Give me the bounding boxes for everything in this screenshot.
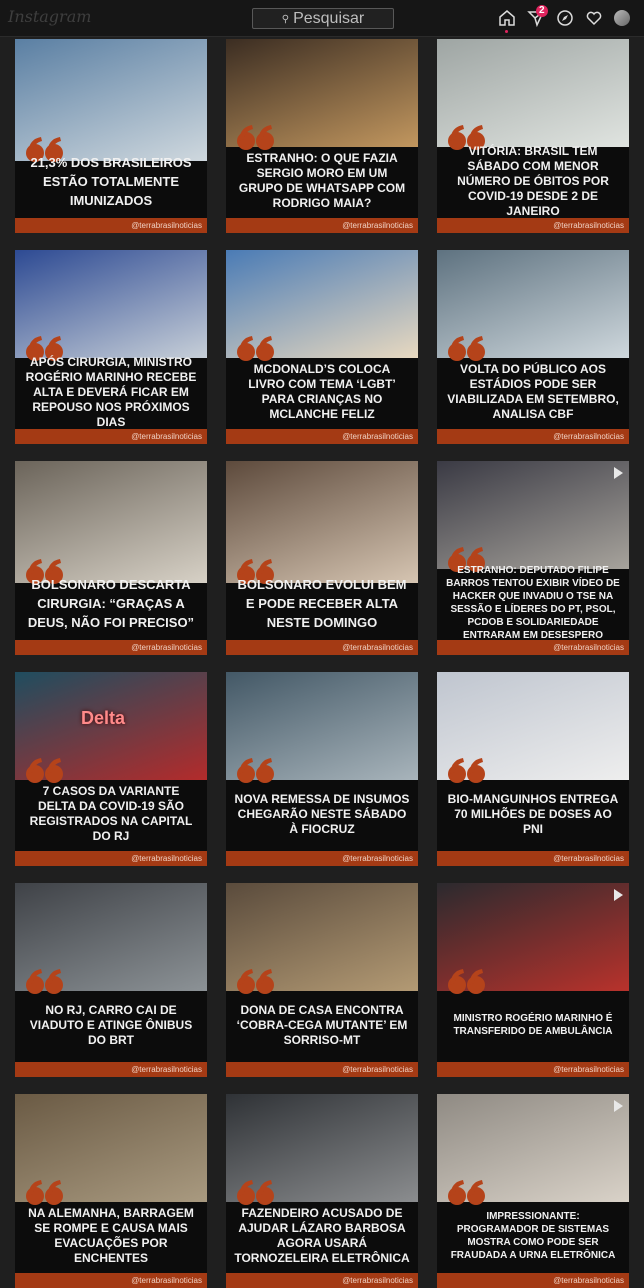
search-input[interactable]: ⚲ Pesquisar [252,8,394,29]
activity-heart-icon[interactable] [585,9,603,27]
post-handle: @terrabrasilnoticias [437,1062,629,1077]
quote-mark-icon [447,967,487,997]
post-headline: Bolsonaro descarta cirurgia: “graças a D… [27,576,195,630]
post-headline: McDonald’s coloca livro com tema ‘LGBT’ … [248,362,396,421]
post-tile[interactable]: Dona de casa encontra ‘cobra-cega mutant… [226,883,418,1077]
post-tile[interactable]: No RJ, carro cai de viaduto e atinge ôni… [15,883,207,1077]
post-handle: @terrabrasilnoticias [226,1062,418,1077]
post-headline: Bio-Manguinhos entrega 70 milhões de dos… [447,791,619,836]
post-tile[interactable]: Impressionante: Programador de sistemas … [437,1094,629,1288]
post-handle: @terrabrasilnoticias [437,851,629,866]
post-handle: @terrabrasilnoticias [437,640,629,655]
post-tile[interactable]: Vitória: Brasil tem sábado com menor núm… [437,39,629,233]
profile-avatar[interactable] [614,10,630,26]
post-headline: 21,3% dos brasileiros estão totalmente i… [30,154,192,208]
post-headline: Bolsonaro evolui bem e pode receber alta… [237,576,407,630]
post-handle: @terrabrasilnoticias [437,429,629,444]
search-placeholder: Pesquisar [293,10,365,27]
quote-mark-icon [447,756,487,786]
post-tile[interactable]: Nova remessa de insumos chegarão neste s… [226,672,418,866]
quote-mark-icon [236,967,276,997]
quote-mark-icon [236,123,276,153]
post-headline: Fazendeiro acusado de ajudar Lázaro Barb… [234,1206,410,1265]
post-tile[interactable]: Bolsonaro descarta cirurgia: “graças a D… [15,461,207,655]
quote-mark-icon [236,334,276,364]
post-headline: 7 casos da variante Delta da Covid-19 sã… [29,784,193,843]
quote-mark-icon [447,334,487,364]
post-tile[interactable]: Bolsonaro evolui bem e pode receber alta… [226,461,418,655]
post-headline: Estranho: O que fazia Sergio Moro em um … [238,151,406,210]
post-tile[interactable]: Fazendeiro acusado de ajudar Lázaro Barb… [226,1094,418,1288]
post-headline: Dona de casa encontra ‘cobra-cega mutant… [236,1002,408,1047]
post-tile[interactable]: Na Alemanha, barragem se rompe e causa m… [15,1094,207,1288]
post-handle: @terrabrasilnoticias [15,429,207,444]
post-handle: @terrabrasilnoticias [15,1062,207,1077]
post-handle: @terrabrasilnoticias [226,851,418,866]
post-tile[interactable]: Volta do público aos estádios pode ser v… [437,250,629,444]
post-handle: @terrabrasilnoticias [226,429,418,444]
post-headline: Volta do público aos estádios pode ser v… [447,362,619,421]
post-handle: @terrabrasilnoticias [15,218,207,233]
post-headline: Vitória: Brasil tem sábado com menor núm… [457,143,609,218]
video-play-icon [614,467,623,479]
post-handle: @terrabrasilnoticias [226,218,418,233]
post-handle: @terrabrasilnoticias [15,640,207,655]
home-icon[interactable] [498,9,516,27]
post-tile[interactable]: Estranho: Deputado Filipe Barros tentou … [437,461,629,655]
post-headline: Nova remessa de insumos chegarão neste s… [234,791,410,836]
post-handle: @terrabrasilnoticias [15,1273,207,1288]
post-headline: No RJ, carro cai de viaduto e atinge ôni… [29,1002,193,1047]
notification-badge: 2 [536,5,548,17]
quote-mark-icon [25,967,65,997]
post-tile[interactable]: 21,3% dos brasileiros estão totalmente i… [15,39,207,233]
instagram-logo[interactable]: Instagram [8,7,91,26]
video-play-icon [614,889,623,901]
post-tile[interactable]: Ministro Rogério Marinho é transferido d… [437,883,629,1077]
post-headline: Impressionante: Programador de sistemas … [450,1211,616,1261]
post-tile[interactable]: McDonald’s coloca livro com tema ‘LGBT’ … [226,250,418,444]
post-tile[interactable]: Após cirurgia, ministro Rogério Marinho … [15,250,207,444]
delta-overlay-text: Delta [81,708,126,728]
post-headline: Após cirurgia, ministro Rogério Marinho … [25,354,197,429]
explore-compass-icon[interactable] [556,9,574,27]
quote-mark-icon [236,756,276,786]
quote-mark-icon [25,1178,65,1208]
quote-mark-icon [447,1178,487,1208]
post-handle: @terrabrasilnoticias [437,1273,629,1288]
post-tile[interactable]: Estranho: O que fazia Sergio Moro em um … [226,39,418,233]
post-tile[interactable]: Delta 7 casos da variante Delta da Covid-… [15,672,207,866]
search-icon: ⚲ [281,14,290,25]
post-handle: @terrabrasilnoticias [226,1273,418,1288]
post-headline: Ministro Rogério Marinho é transferido d… [453,1013,613,1037]
post-handle: @terrabrasilnoticias [437,218,629,233]
video-play-icon [614,1100,623,1112]
post-handle: @terrabrasilnoticias [15,851,207,866]
post-tile[interactable]: Bio-Manguinhos entrega 70 milhões de dos… [437,672,629,866]
quote-mark-icon [25,756,65,786]
top-navigation-bar: Instagram ⚲ Pesquisar 2 [0,0,644,37]
post-headline: Na Alemanha, barragem se rompe e causa m… [28,1206,194,1265]
quote-mark-icon [236,1178,276,1208]
post-headline: Estranho: Deputado Filipe Barros tentou … [446,565,620,641]
home-active-dot [505,30,508,33]
post-handle: @terrabrasilnoticias [226,640,418,655]
